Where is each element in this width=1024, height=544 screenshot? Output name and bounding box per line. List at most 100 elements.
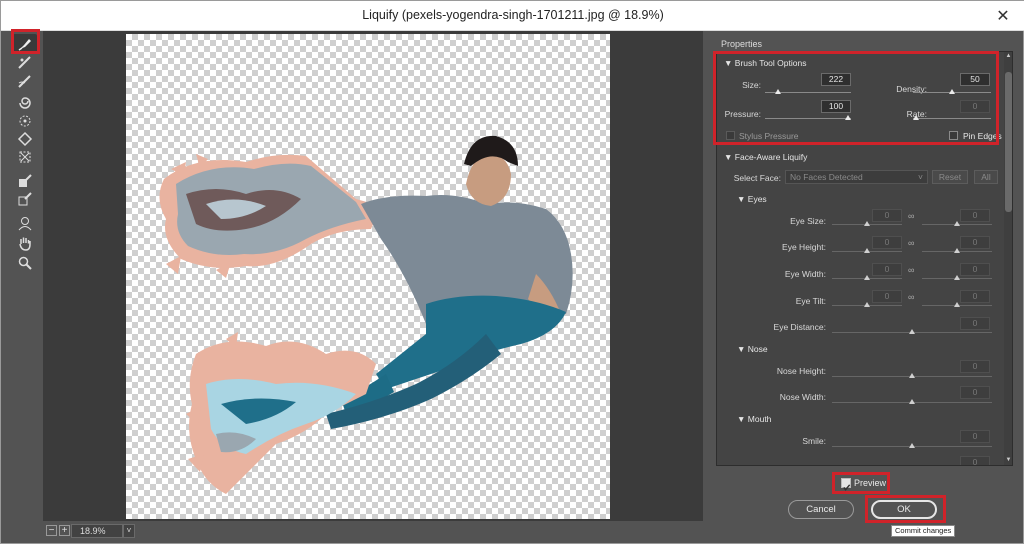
slider-thumb[interactable] [909, 373, 915, 378]
bloat-tool[interactable] [13, 129, 37, 149]
next-field[interactable]: 0 [960, 456, 990, 465]
twirl-tool[interactable] [13, 93, 37, 113]
size-field[interactable]: 222 [821, 73, 851, 86]
eye-height-left-field[interactable]: 0 [872, 236, 902, 249]
thaw-mask-tool[interactable] [13, 189, 37, 209]
eye-tilt-right-slider[interactable] [922, 302, 992, 307]
mouth-section-header[interactable]: ▼ Mouth [737, 414, 771, 424]
eye-size-right-slider[interactable] [922, 221, 992, 226]
brush-section-header[interactable]: ▼ Brush Tool Options [724, 58, 806, 68]
properties-scroll-area: ▼ Brush Tool Options Size: 222 Density: … [716, 51, 1013, 466]
pressure-slider[interactable] [765, 115, 851, 120]
select-face-value: No Faces Detected [790, 172, 863, 182]
reconstruct-tool[interactable] [13, 53, 37, 73]
slider-thumb[interactable] [909, 399, 915, 404]
nose-section-header[interactable]: ▼ Nose [737, 344, 768, 354]
nose-width-field[interactable]: 0 [960, 386, 990, 399]
slider-thumb[interactable] [954, 302, 960, 307]
eye-width-left-slider[interactable] [832, 275, 902, 280]
eye-size-right-field[interactable]: 0 [960, 209, 990, 222]
eye-width-left-field[interactable]: 0 [872, 263, 902, 276]
link-icon[interactable]: ∞ [908, 292, 914, 302]
pin-edges-checkbox[interactable] [949, 131, 958, 140]
size-slider-thumb[interactable] [774, 89, 781, 94]
chevron-down-icon: ˅ [918, 172, 923, 182]
face-aware-section-header[interactable]: ▼ Face-Aware Liquify [724, 152, 807, 162]
ok-button[interactable]: OK [871, 500, 937, 519]
cancel-button[interactable]: Cancel [788, 500, 854, 519]
pin-edges-label: Pin Edges [963, 131, 1002, 141]
density-slider-thumb[interactable] [949, 89, 955, 94]
eye-size-left-field[interactable]: 0 [872, 209, 902, 222]
link-icon[interactable]: ∞ [908, 265, 914, 275]
smile-field[interactable]: 0 [960, 430, 990, 443]
smooth-tool[interactable] [13, 71, 37, 91]
forward-warp-tool[interactable] [13, 34, 37, 54]
slider-thumb[interactable] [954, 248, 960, 253]
size-slider[interactable] [765, 89, 851, 94]
scroll-up-icon[interactable]: ▲ [1004, 52, 1012, 61]
nose-width-slider[interactable] [832, 399, 992, 404]
eye-height-right-slider[interactable] [922, 248, 992, 253]
rate-slider[interactable] [913, 115, 991, 120]
eye-distance-field[interactable]: 0 [960, 317, 990, 330]
eye-width-right-field[interactable]: 0 [960, 263, 990, 276]
scroll-down-icon[interactable]: ▼ [1004, 456, 1012, 465]
pucker-tool[interactable] [13, 111, 37, 131]
zoom-level-field[interactable]: 18.9% [71, 524, 123, 538]
window-title: Liquify (pexels-yogendra-singh-1701211.j… [362, 8, 664, 22]
slider-thumb[interactable] [864, 221, 870, 226]
rate-slider-thumb[interactable] [913, 115, 919, 120]
eye-size-left-slider[interactable] [832, 221, 902, 226]
slider-thumb[interactable] [909, 329, 915, 334]
slider-thumb[interactable] [864, 302, 870, 307]
stylus-pressure-checkbox[interactable] [726, 131, 735, 140]
zoom-out-button[interactable]: − [46, 525, 57, 536]
stylus-pressure-label: Stylus Pressure [739, 131, 799, 141]
eye-width-right-slider[interactable] [922, 275, 992, 280]
forward-warp-icon [18, 39, 31, 51]
eye-height-right-field[interactable]: 0 [960, 236, 990, 249]
eye-height-left-slider[interactable] [832, 248, 902, 253]
scrollbar-thumb[interactable] [1005, 72, 1012, 212]
hand-tool[interactable] [13, 233, 37, 253]
link-icon[interactable]: ∞ [908, 238, 914, 248]
nose-height-slider[interactable] [832, 373, 992, 378]
freeze-mask-tool[interactable] [13, 171, 37, 191]
zoom-tool[interactable] [13, 253, 37, 273]
select-face-dropdown[interactable]: No Faces Detected ˅ [785, 170, 928, 184]
eye-distance-slider[interactable] [832, 329, 992, 334]
eyes-section-header[interactable]: ▼ Eyes [737, 194, 767, 204]
eyes-header-label: Eyes [747, 194, 767, 204]
slider-thumb[interactable] [954, 221, 960, 226]
document-canvas[interactable] [126, 34, 610, 519]
density-field[interactable]: 50 [960, 73, 990, 86]
nose-height-field[interactable]: 0 [960, 360, 990, 373]
eye-tilt-right-field[interactable]: 0 [960, 290, 990, 303]
pressure-slider-thumb[interactable] [845, 115, 851, 120]
smile-slider[interactable] [832, 443, 992, 448]
slider-thumb[interactable] [954, 275, 960, 280]
slider-thumb[interactable] [864, 248, 870, 253]
eye-tilt-left-field[interactable]: 0 [872, 290, 902, 303]
link-icon[interactable]: ∞ [908, 211, 914, 221]
preview-checkbox[interactable] [841, 478, 851, 491]
zoom-in-button[interactable]: + [59, 525, 70, 536]
zoom-dropdown[interactable]: ˅ [123, 524, 135, 538]
reset-button[interactable]: Reset [932, 170, 968, 184]
slider-thumb[interactable] [864, 275, 870, 280]
push-left-tool[interactable] [13, 147, 37, 167]
all-button[interactable]: All [974, 170, 998, 184]
eye-tilt-left-slider[interactable] [832, 302, 902, 307]
slider-thumb[interactable] [909, 443, 915, 448]
pressure-field[interactable]: 100 [821, 100, 851, 113]
density-slider[interactable] [913, 89, 991, 94]
panel-scrollbar[interactable]: ▲ ▼ [1004, 52, 1012, 465]
face-tool[interactable] [13, 213, 37, 233]
rate-field[interactable]: 0 [960, 100, 990, 113]
close-button[interactable]: ✕ [981, 1, 1024, 31]
pressure-label: Pressure: [724, 109, 761, 119]
eye-tilt-label: Eye Tilt: [795, 296, 826, 306]
canvas-area[interactable] [43, 31, 703, 521]
size-label: Size: [742, 80, 761, 90]
